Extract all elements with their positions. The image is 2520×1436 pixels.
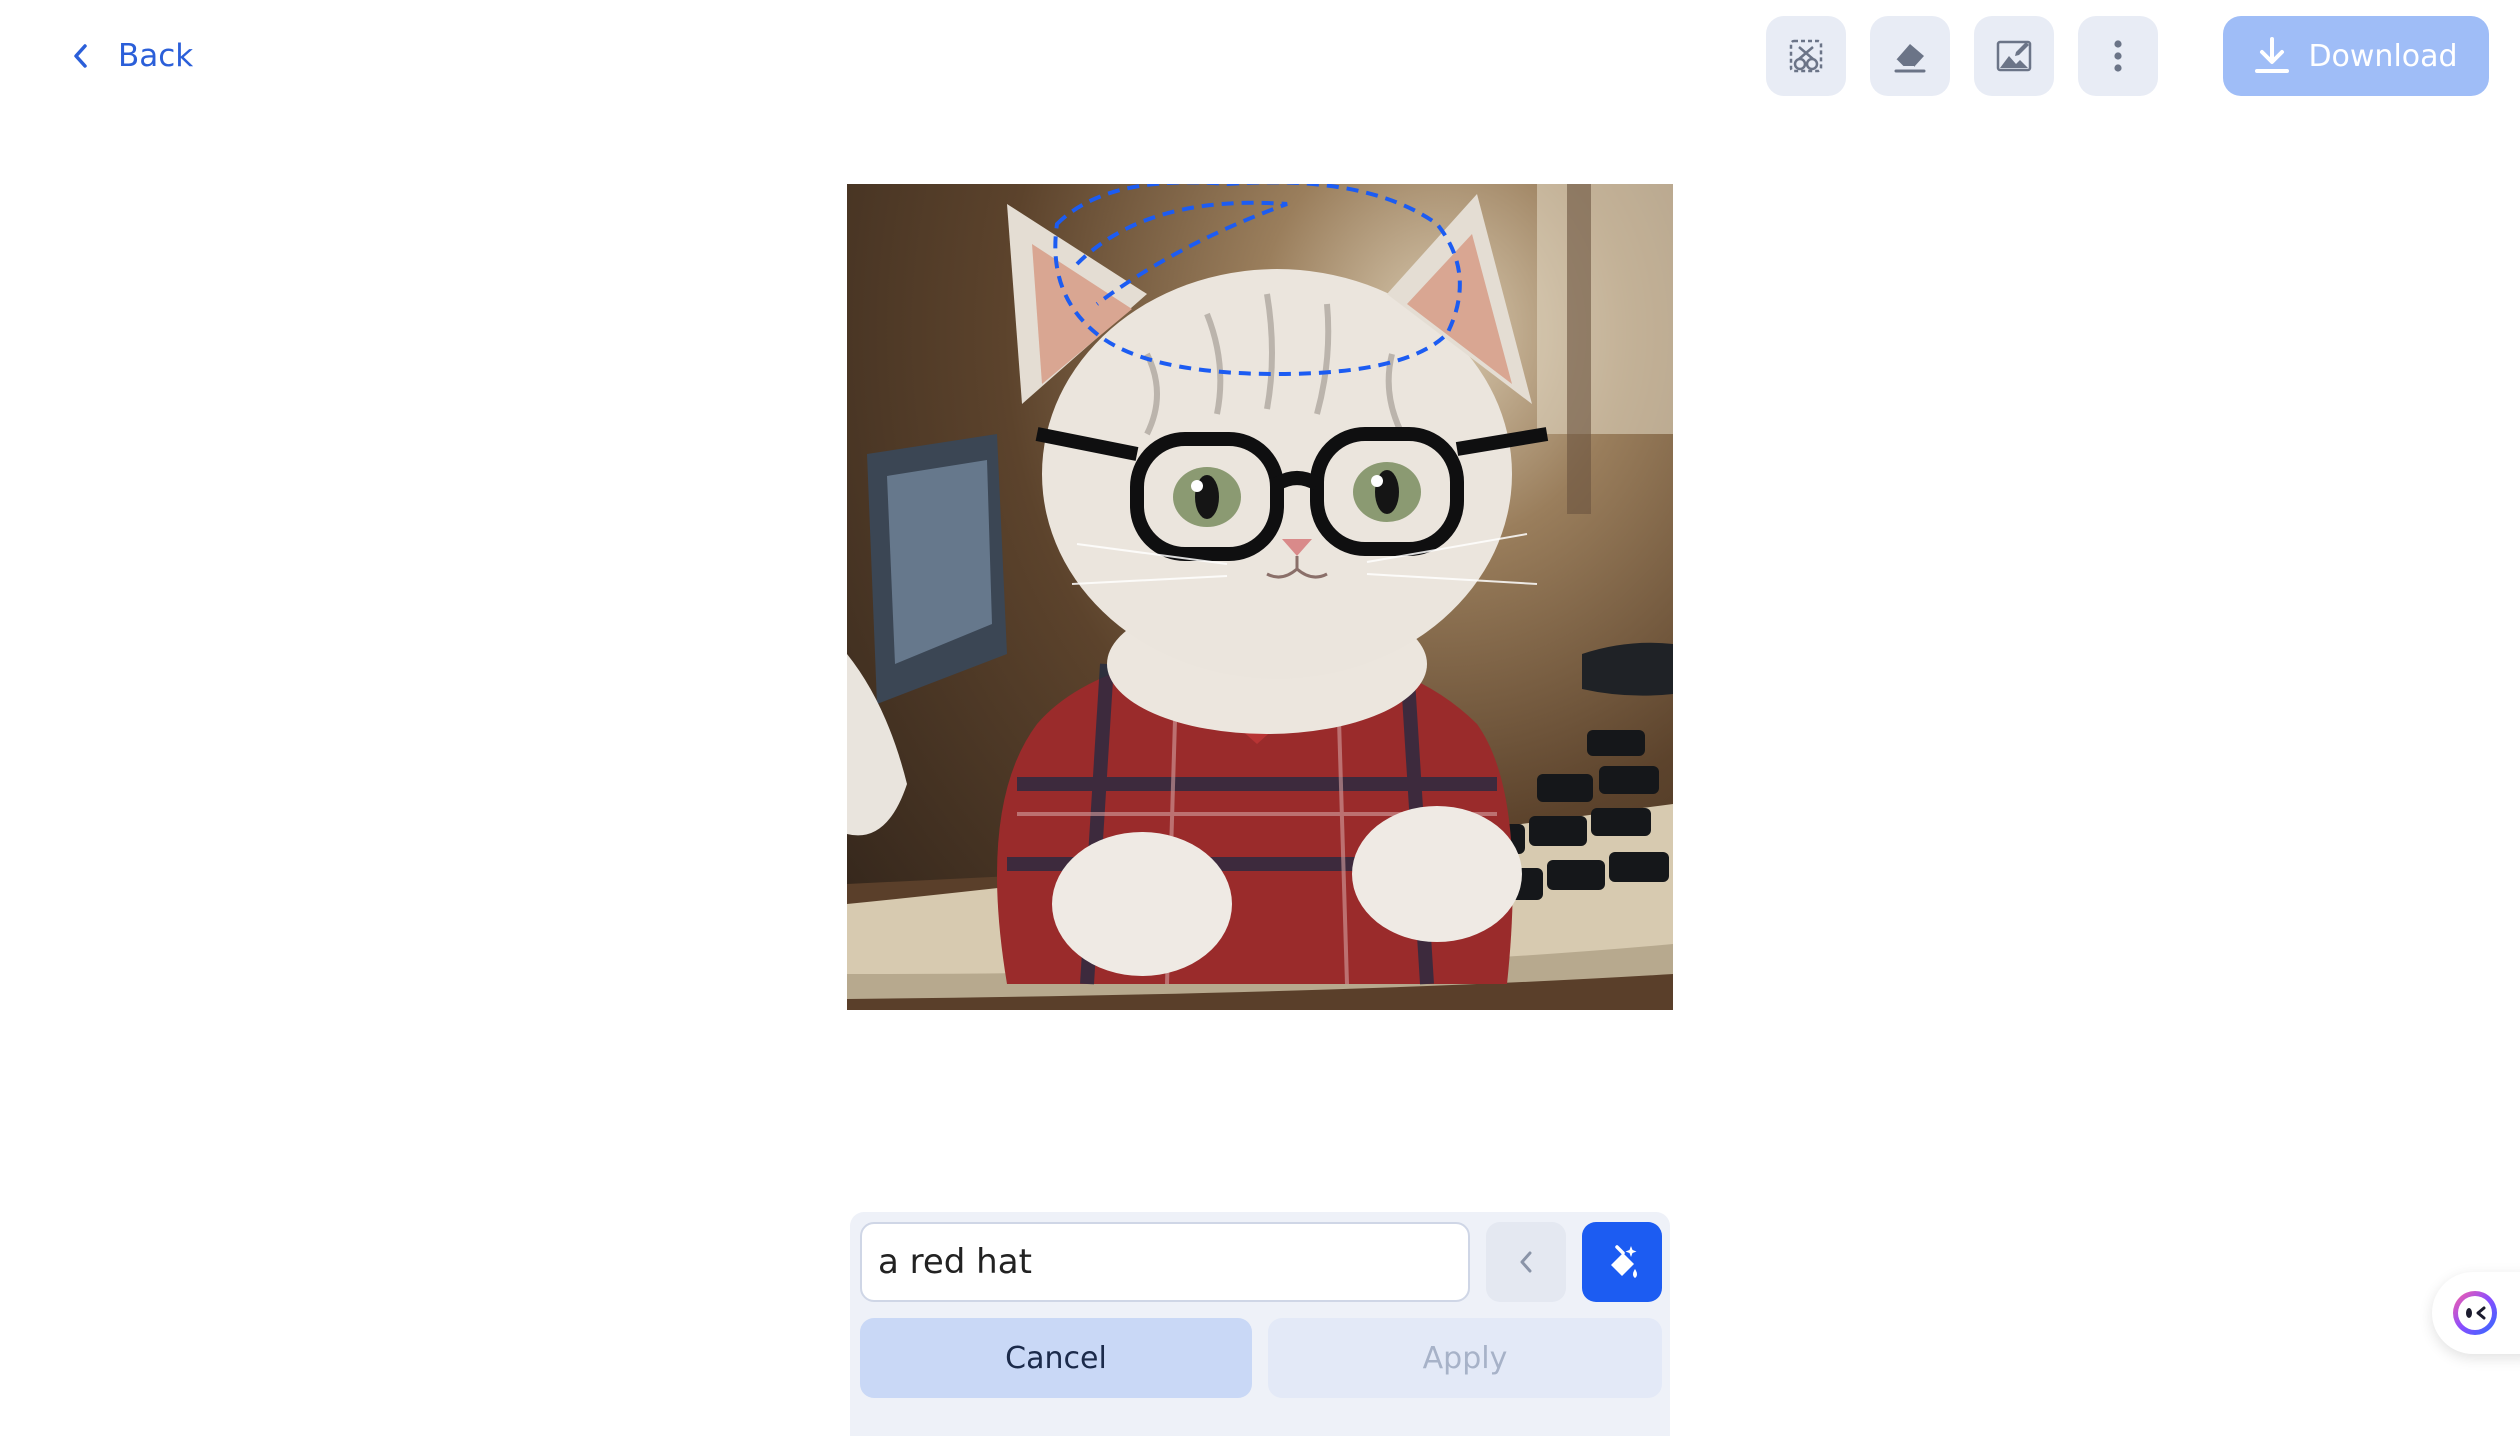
kitten-image bbox=[847, 184, 1673, 1010]
download-label: Download bbox=[2308, 38, 2458, 74]
toolbar: Download bbox=[1766, 16, 2489, 96]
cancel-button[interactable]: Cancel bbox=[860, 1318, 1252, 1398]
assistant-face-icon bbox=[2453, 1291, 2497, 1335]
magic-fill-icon bbox=[1611, 1245, 1637, 1278]
download-button[interactable]: Download bbox=[2223, 16, 2489, 96]
apply-button[interactable]: Apply bbox=[1268, 1318, 1662, 1398]
eraser-icon bbox=[1894, 44, 1926, 73]
back-button[interactable]: Back bbox=[70, 30, 193, 82]
more-vertical-icon bbox=[2114, 40, 2122, 72]
image-canvas[interactable] bbox=[847, 184, 1673, 1010]
back-label: Back bbox=[118, 38, 194, 74]
prompt-input[interactable] bbox=[860, 1222, 1470, 1302]
download-icon bbox=[2255, 37, 2290, 73]
more-options-button[interactable] bbox=[2078, 16, 2158, 96]
chevron-left-icon bbox=[74, 44, 87, 68]
image-edit-button[interactable] bbox=[1974, 16, 2054, 96]
prompt-panel: Cancel Apply bbox=[850, 1212, 1670, 1436]
eraser-button[interactable] bbox=[1870, 16, 1950, 96]
image-edit-icon bbox=[1996, 40, 2032, 72]
object-select-icon bbox=[1789, 39, 1823, 73]
collapse-button[interactable] bbox=[1486, 1222, 1566, 1302]
chevron-left-icon bbox=[1520, 1251, 1532, 1273]
generate-button[interactable] bbox=[1582, 1222, 1662, 1302]
object-select-button[interactable] bbox=[1766, 16, 1846, 96]
assistant-button[interactable] bbox=[2432, 1272, 2520, 1354]
